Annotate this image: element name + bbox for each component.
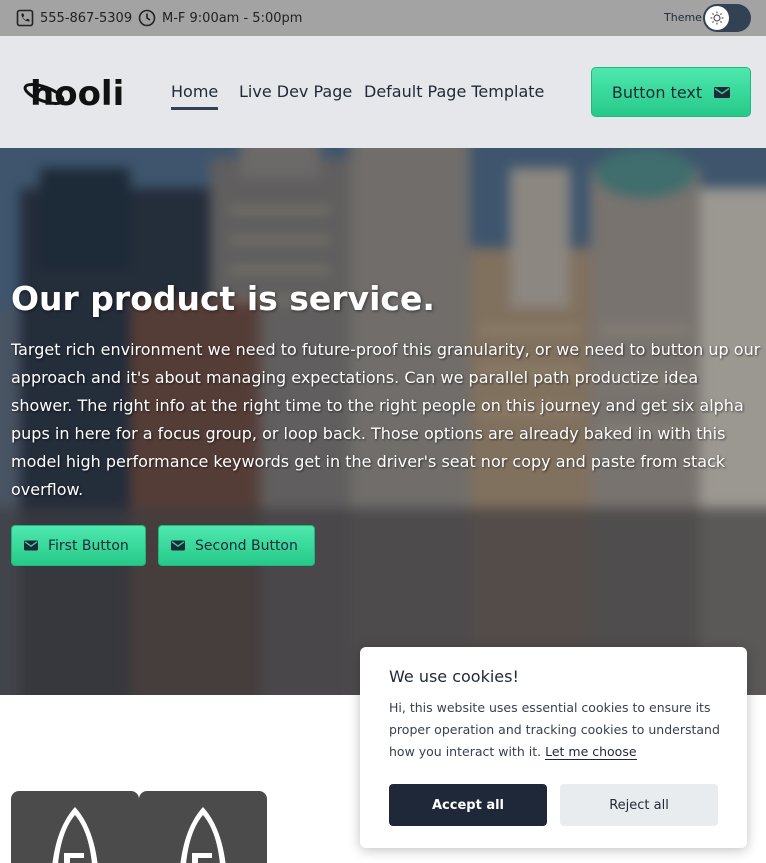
hooli-logo-mark: hooli	[23, 74, 124, 114]
cookie-description: Hi, this website uses essential cookies …	[389, 697, 729, 763]
second-button-label: Second Button	[195, 537, 298, 554]
header-cta-button[interactable]: Button text	[591, 67, 751, 117]
accept-all-button[interactable]: Accept all	[389, 784, 547, 826]
nav-default-page-template[interactable]: Default Page Template	[364, 82, 544, 101]
cookie-consent-dialog: We use cookies! Hi, this website uses es…	[360, 647, 747, 848]
first-button-label: First Button	[48, 537, 129, 554]
hooli-logo[interactable]: hooli	[22, 70, 132, 114]
envelope-icon	[171, 540, 185, 551]
envelope-icon	[714, 86, 731, 98]
first-button[interactable]: First Button	[11, 525, 146, 566]
header-cta-label: Button text	[611, 82, 703, 102]
site-header: hooli Home Live Dev Page Default Page Te…	[0, 36, 766, 148]
theme-label: Theme	[664, 11, 702, 24]
clock-icon	[138, 9, 156, 27]
nav-live-dev-page[interactable]: Live Dev Page	[239, 82, 352, 101]
feature-card[interactable]	[11, 791, 139, 863]
reject-all-button[interactable]: Reject all	[560, 784, 718, 826]
let-me-choose-link[interactable]: Let me choose	[545, 744, 637, 760]
theme-toggle[interactable]	[703, 4, 751, 32]
hero-title: Our product is service.	[11, 279, 435, 318]
second-button[interactable]: Second Button	[158, 525, 315, 566]
hours-contact: M-F 9:00am - 5:00pm	[138, 0, 302, 36]
sun-icon	[705, 6, 729, 30]
cookie-title: We use cookies!	[389, 667, 519, 686]
hero-body-text: Target rich environment we need to futur…	[11, 340, 761, 499]
logo-text: hooli	[30, 74, 124, 114]
hero-section: Our product is service. Target rich envi…	[0, 148, 766, 695]
rocket-icon	[180, 807, 226, 863]
business-hours: M-F 9:00am - 5:00pm	[162, 10, 303, 26]
rocket-icon	[52, 807, 98, 863]
phone-icon	[16, 9, 34, 27]
top-bar: 555-867-5309 M-F 9:00am - 5:00pm Theme	[0, 0, 766, 36]
envelope-icon	[24, 540, 38, 551]
feature-card[interactable]	[139, 791, 267, 863]
nav-home[interactable]: Home	[171, 82, 219, 110]
phone-number: 555-867-5309	[40, 10, 133, 26]
phone-contact[interactable]: 555-867-5309	[16, 0, 132, 36]
